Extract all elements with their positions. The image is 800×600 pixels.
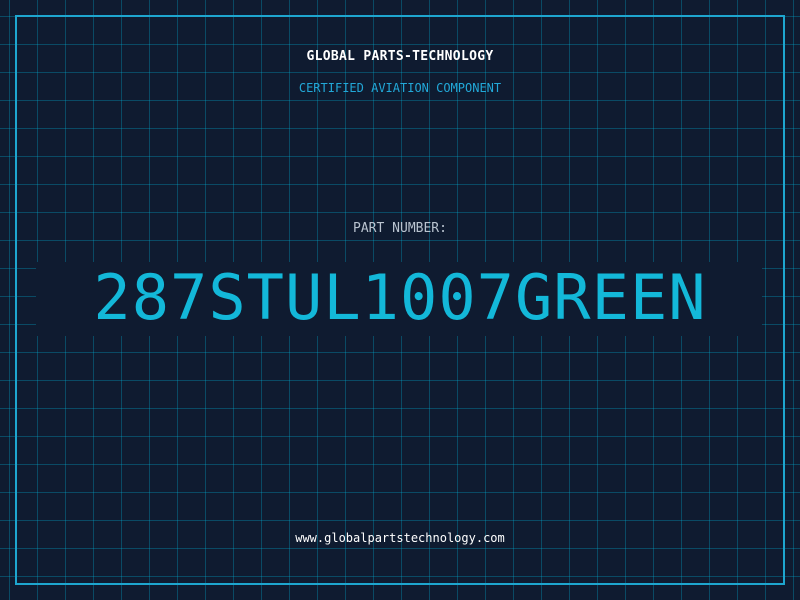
label-canvas: GLOBAL PARTS-TECHNOLOGY CERTIFIED AVIATI… [0,0,800,600]
website-url: www.globalpartstechnology.com [295,531,505,545]
part-number-label: PART NUMBER: [353,221,447,236]
company-name: GLOBAL PARTS-TECHNOLOGY [306,49,494,64]
certification-subtitle: CERTIFIED AVIATION COMPONENT [298,81,502,95]
part-number-value: 287STUL1007GREEN [93,261,707,334]
